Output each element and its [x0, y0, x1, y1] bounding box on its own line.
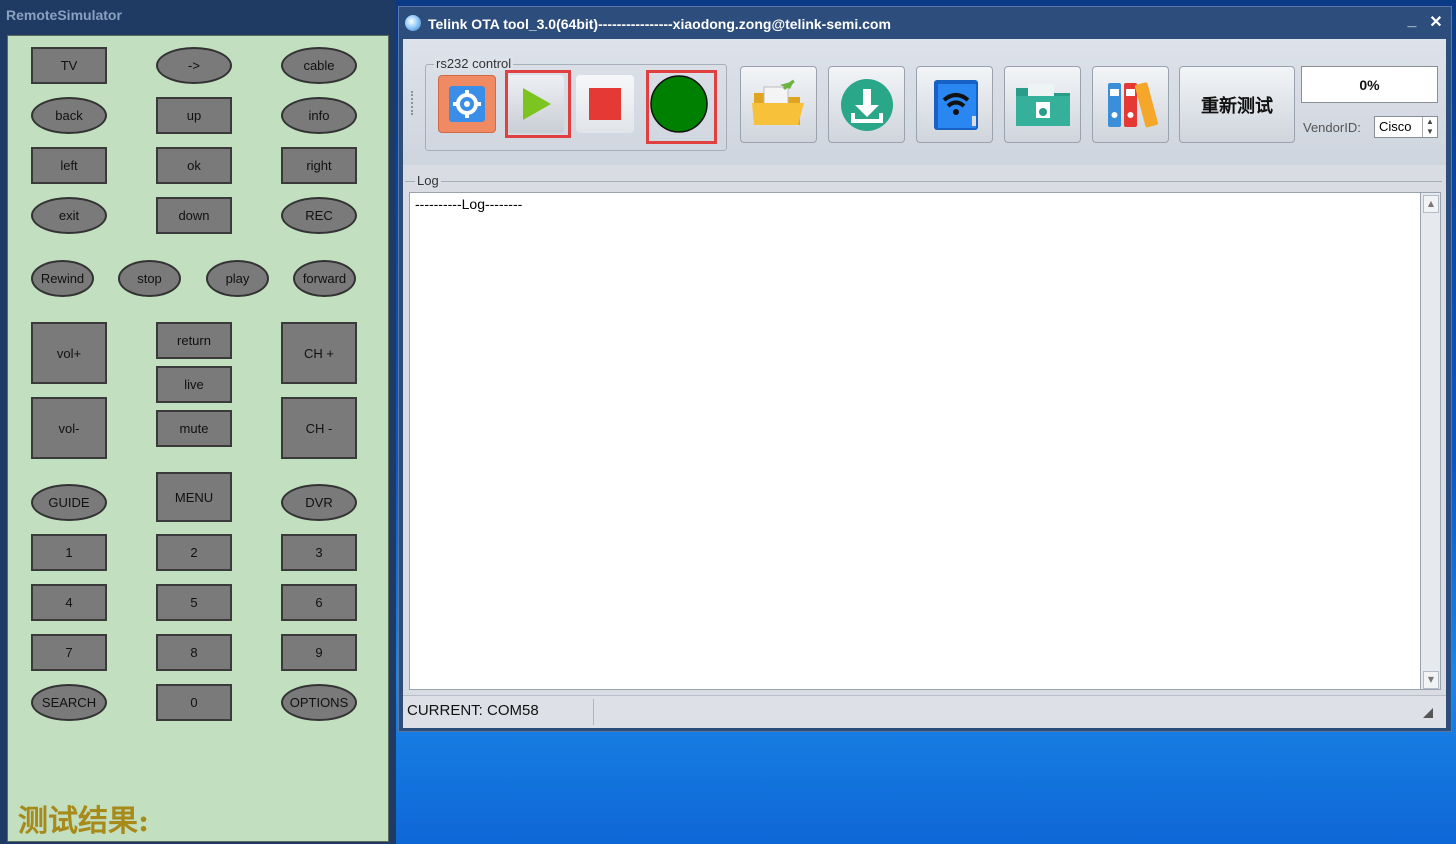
vol-up-button[interactable]: vol+ — [31, 322, 107, 384]
rec-button[interactable]: REC — [281, 197, 357, 234]
number-7-button[interactable]: 7 — [31, 634, 107, 671]
return-button[interactable]: return — [156, 322, 232, 359]
forward-button[interactable]: forward — [293, 260, 356, 297]
ota-titlebar: Telink OTA tool_3.0(64bit)--------------… — [399, 7, 1451, 37]
tv-button[interactable]: TV — [31, 47, 107, 84]
settings-button[interactable] — [438, 75, 496, 133]
vol-down-button[interactable]: vol- — [31, 397, 107, 459]
number-0-button[interactable]: 0 — [156, 684, 232, 721]
progress-display: 0% — [1301, 66, 1438, 103]
download-button[interactable] — [828, 66, 905, 143]
left-button[interactable]: left — [31, 147, 107, 184]
number-9-button[interactable]: 9 — [281, 634, 357, 671]
highlight-box-play — [505, 70, 571, 138]
ch-up-button[interactable]: CH + — [281, 322, 357, 384]
test-result-label: 测试结果: — [18, 804, 150, 839]
open-file-button[interactable] — [740, 66, 817, 143]
menu-button[interactable]: MENU — [156, 472, 232, 522]
status-divider — [593, 699, 594, 725]
mute-button[interactable]: mute — [156, 410, 232, 447]
log-group: Log ----------Log-------- ▲ ▼ — [405, 173, 1442, 692]
wifi-device-icon — [933, 79, 978, 130]
ota-tool-window: Telink OTA tool_3.0(64bit)--------------… — [398, 6, 1452, 732]
cable-button[interactable]: cable — [281, 47, 357, 84]
toolbar: rs232 control 重新测试 0% VendorID: Cisco ▲ … — [403, 39, 1446, 165]
status-current-port: CURRENT: COM58 — [407, 702, 539, 719]
live-button[interactable]: live — [156, 366, 232, 403]
arrow-button[interactable]: -> — [156, 47, 232, 84]
vendor-id-select[interactable]: Cisco ▲ ▼ — [1374, 116, 1438, 138]
highlight-box-indicator — [646, 70, 717, 144]
binders-button[interactable] — [1092, 66, 1169, 143]
open-folder-icon — [751, 79, 804, 125]
log-group-label: Log — [415, 173, 441, 188]
ota-body: rs232 control 重新测试 0% VendorID: Cisco ▲ … — [403, 39, 1446, 728]
log-scrollbar[interactable]: ▲ ▼ — [1421, 192, 1441, 690]
options-button[interactable]: OPTIONS — [281, 684, 357, 721]
app-icon — [405, 15, 421, 31]
play-button[interactable]: play — [206, 260, 269, 297]
settings-icon — [449, 86, 485, 122]
minimize-button[interactable]: _ — [1403, 12, 1421, 32]
ok-button[interactable]: ok — [156, 147, 232, 184]
binders-icon — [1107, 81, 1158, 127]
close-button[interactable]: ✕ — [1427, 12, 1445, 32]
number-5-button[interactable]: 5 — [156, 584, 232, 621]
scroll-down-icon[interactable]: ▼ — [1423, 671, 1439, 689]
window-title: Telink OTA tool_3.0(64bit)--------------… — [428, 16, 891, 32]
wireless-device-button[interactable] — [916, 66, 993, 143]
right-button[interactable]: right — [281, 147, 357, 184]
log-textarea[interactable]: ----------Log-------- — [409, 192, 1421, 690]
rs232-control-label: rs232 control — [434, 56, 514, 71]
number-4-button[interactable]: 4 — [31, 584, 107, 621]
rewind-button[interactable]: Rewind — [31, 260, 94, 297]
number-3-button[interactable]: 3 — [281, 534, 357, 571]
remote-window-title: RemoteSimulator — [6, 7, 122, 23]
status-bar: CURRENT: COM58 — [403, 695, 1446, 728]
search-button[interactable]: SEARCH — [31, 684, 107, 721]
number-2-button[interactable]: 2 — [156, 534, 232, 571]
info-button[interactable]: info — [281, 97, 357, 134]
number-1-button[interactable]: 1 — [31, 534, 107, 571]
resize-grip-icon[interactable] — [1423, 708, 1433, 718]
dvr-button[interactable]: DVR — [281, 484, 357, 521]
ch-down-button[interactable]: CH - — [281, 397, 357, 459]
up-button[interactable]: up — [156, 97, 232, 134]
folder-doc-icon — [1015, 83, 1070, 126]
back-button[interactable]: back — [31, 97, 107, 134]
download-icon — [840, 78, 893, 131]
guide-button[interactable]: GUIDE — [31, 484, 107, 521]
vendor-id-value: Cisco — [1379, 119, 1412, 134]
toolbar-grip[interactable] — [411, 91, 416, 115]
document-folder-button[interactable] — [1004, 66, 1081, 143]
remote-simulator-window: RemoteSimulator TV -> cable back up info… — [0, 0, 396, 844]
number-8-button[interactable]: 8 — [156, 634, 232, 671]
down-button[interactable]: down — [156, 197, 232, 234]
number-6-button[interactable]: 6 — [281, 584, 357, 621]
vendor-id-label: VendorID: — [1303, 120, 1361, 135]
stop-button[interactable] — [576, 75, 634, 133]
stop-button[interactable]: stop — [118, 260, 181, 297]
stop-icon — [589, 88, 621, 120]
scroll-up-icon[interactable]: ▲ — [1423, 195, 1439, 213]
vendor-spin-icon[interactable]: ▲ ▼ — [1422, 117, 1437, 137]
remote-panel: TV -> cable back up info left ok right e… — [7, 35, 389, 842]
exit-button[interactable]: exit — [31, 197, 107, 234]
retest-button[interactable]: 重新测试 — [1179, 66, 1295, 143]
